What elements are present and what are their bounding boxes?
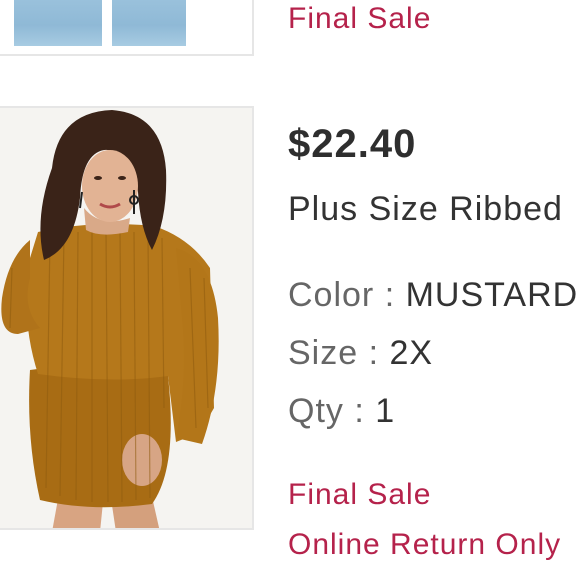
previous-item-final-sale-badge: Final Sale <box>288 2 432 35</box>
size-separator: : <box>368 334 380 372</box>
color-value: MUSTARD <box>405 276 579 314</box>
qty-separator: : <box>354 392 365 430</box>
product-price: $22.40 <box>288 122 417 166</box>
previous-item-image[interactable] <box>0 0 254 56</box>
online-return-only-badge: Online Return Only <box>288 528 562 561</box>
color-separator: : <box>384 276 396 314</box>
product-title[interactable]: Plus Size Ribbed <box>288 190 563 229</box>
final-sale-badge: Final Sale <box>288 478 432 511</box>
color-label: Color <box>288 276 375 314</box>
jeans-graphic <box>14 0 186 46</box>
qty-label: Qty <box>288 392 344 430</box>
cart-viewport: Final Sale $22.40 Plus Size Ribbed Color… <box>0 0 580 580</box>
product-image[interactable] <box>0 106 254 530</box>
product-color: Color : MUSTARD <box>288 276 578 315</box>
product-photo <box>0 108 252 528</box>
size-label: Size <box>288 334 359 372</box>
qty-value[interactable]: 1 <box>375 392 395 430</box>
product-qty[interactable]: Qty : 1 <box>288 392 395 431</box>
product-size: Size : 2X <box>288 334 433 373</box>
size-value: 2X <box>389 334 434 372</box>
